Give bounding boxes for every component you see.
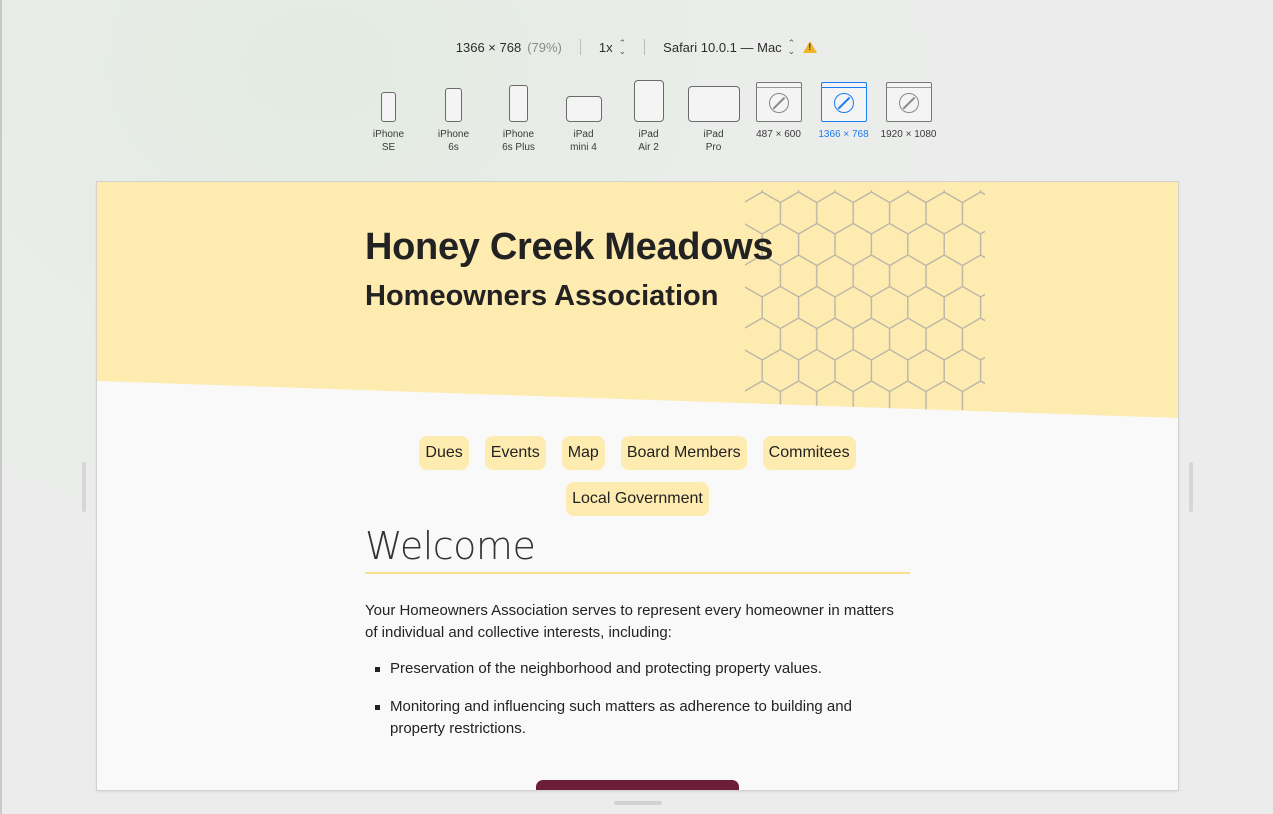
safari-compass-icon <box>768 93 789 113</box>
list-item: Preservation of the neighborhood and pro… <box>375 658 910 680</box>
safari-compass-icon <box>898 93 919 113</box>
ipad-icon <box>687 86 740 122</box>
nav-local-government[interactable]: Local Government <box>566 482 709 516</box>
device-1920x1080[interactable]: 1920 × 1080 <box>876 76 941 154</box>
site-title: Honey Creek Meadows <box>365 226 774 268</box>
browser-value: Safari 10.0.1 — Mac <box>663 39 782 55</box>
resolution-value: 1366 × 768 <box>455 39 522 55</box>
device-label: 1366 × 768 <box>818 129 869 140</box>
warning-icon[interactable] <box>803 41 818 53</box>
responsive-toolbar: 1366 × 768 (79%) 1x ⌃ ⌄ Safari 10.0.1 — M… <box>0 36 1273 58</box>
nav-committees[interactable]: Commitees <box>762 436 856 470</box>
nav-map[interactable]: Map <box>561 436 605 470</box>
device-iphone-6s[interactable]: iPhone 6s <box>421 76 486 154</box>
cta-button[interactable] <box>536 780 739 790</box>
device-label: iPad mini 4 <box>570 129 597 153</box>
safari-window-icon <box>885 82 932 122</box>
iphone-icon <box>445 88 462 122</box>
device-ipad-air-2[interactable]: iPad Air 2 <box>616 76 681 154</box>
chevron-updown-icon: ⌃ ⌄ <box>787 38 796 56</box>
ipad-icon <box>565 96 602 122</box>
zoom-percent: (79%) <box>527 39 562 55</box>
safari-window-icon <box>755 82 802 122</box>
main-nav: Dues Events Map Board Members Commitees … <box>97 436 1178 528</box>
list-item: Monitoring and influencing such matters … <box>375 696 910 740</box>
device-iphone-se[interactable]: iPhone SE <box>356 76 421 154</box>
device-label: iPhone SE <box>372 129 405 153</box>
interests-list: Preservation of the neighborhood and pro… <box>365 658 910 740</box>
honeycomb-pattern <box>745 190 985 410</box>
preview-frame: Honey Creek Meadows Homeowners Associati… <box>97 182 1178 790</box>
right-resize-handle[interactable] <box>1189 462 1193 512</box>
device-label: iPad Air 2 <box>638 129 659 153</box>
browser-select[interactable]: Safari 10.0.1 — Mac ⌃ ⌄ <box>645 38 835 56</box>
device-label: iPad Pro <box>703 129 724 153</box>
nav-dues[interactable]: Dues <box>419 436 469 470</box>
nav-board-members[interactable]: Board Members <box>620 436 747 470</box>
left-resize-handle[interactable] <box>82 462 86 512</box>
device-label: 487 × 600 <box>756 129 801 140</box>
device-1366x768[interactable]: 1366 × 768 <box>811 76 876 154</box>
welcome-heading: Welcome <box>365 524 910 574</box>
window-left-edge <box>0 0 2 814</box>
device-ipad-pro[interactable]: iPad Pro <box>681 76 746 154</box>
site-subtitle: Homeowners Association <box>365 280 719 312</box>
device-iphone-6s-plus[interactable]: iPhone 6s Plus <box>486 76 551 154</box>
bottom-resize-handle[interactable] <box>614 801 662 805</box>
scale-value: 1x <box>598 39 613 55</box>
nav-events[interactable]: Events <box>484 436 546 470</box>
iphone-icon <box>381 92 396 122</box>
intro-paragraph: Your Homeowners Association serves to re… <box>365 602 894 641</box>
main-content: Welcome Your Homeowners Association serv… <box>365 524 910 756</box>
resolution-display: 1366 × 768 (79%) <box>438 40 580 55</box>
device-ipad-mini-4[interactable]: iPad mini 4 <box>551 76 616 154</box>
chevron-updown-icon: ⌃ ⌄ <box>618 38 627 56</box>
device-label: 1920 × 1080 <box>880 129 937 140</box>
device-presets: iPhone SE iPhone 6s iPhone 6s Plus iPad … <box>356 76 941 154</box>
ipad-icon <box>633 80 664 122</box>
safari-compass-icon <box>833 93 854 113</box>
device-label: iPhone 6s Plus <box>502 129 535 153</box>
scale-select[interactable]: 1x ⌃ ⌄ <box>581 38 644 56</box>
device-label: iPhone 6s <box>437 129 470 153</box>
device-487x600[interactable]: 487 × 600 <box>746 76 811 154</box>
safari-window-icon <box>820 82 867 122</box>
iphone-icon <box>509 85 528 122</box>
